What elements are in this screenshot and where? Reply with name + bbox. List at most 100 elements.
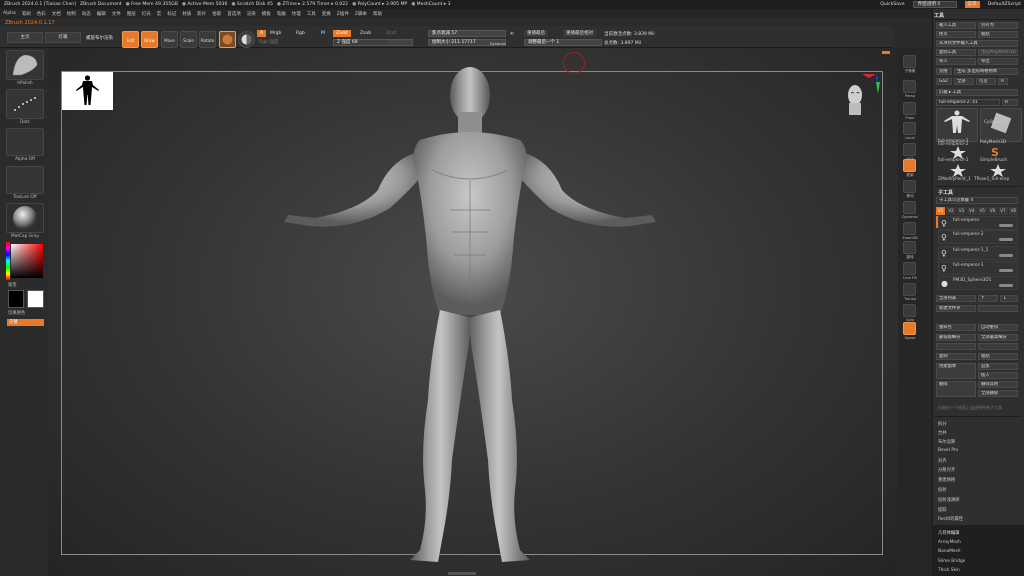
canvas-scroll-marker[interactable] [882, 51, 890, 54]
menu-item[interactable]: Alpha [3, 11, 16, 16]
project-button[interactable]: 投射 [938, 487, 947, 493]
goz-button[interactable]: GoZ [936, 78, 952, 85]
copy-subtool-button[interactable]: 复制 [936, 353, 976, 360]
zsub-toggle[interactable]: Zsub [360, 31, 371, 36]
rgb-intensity-label[interactable]: Rgb 强度 [259, 39, 278, 45]
edit-tool-button[interactable]: Edit [122, 31, 139, 48]
visibility-toggle[interactable] [999, 254, 1013, 257]
auto-reorder-button[interactable]: 自动重排 [978, 324, 1018, 331]
save-as-button[interactable]: 另存为 [978, 22, 1018, 29]
menu-item[interactable]: 影片 [197, 11, 206, 17]
alpha-button[interactable] [6, 128, 44, 156]
visibility-toggle[interactable] [999, 284, 1013, 287]
slime-bridge-button[interactable]: Slime Bridge [938, 559, 965, 564]
viewport-model[interactable] [260, 60, 680, 572]
menu-item[interactable]: 色彩 [37, 11, 46, 17]
menu-item[interactable]: 渲染 [247, 11, 256, 17]
current-tool-slider[interactable]: full-emperor-2: 41 [936, 99, 1000, 106]
visibility-toggle[interactable] [999, 224, 1013, 227]
menu-item[interactable]: Z脚本 [355, 11, 367, 17]
rotate-icon[interactable] [903, 241, 916, 254]
xyz-icon[interactable] [903, 143, 916, 156]
scale-tool-button[interactable]: Scale [180, 31, 197, 48]
level-v1[interactable]: V1 [936, 207, 946, 215]
duplicate-button[interactable]: 创建副本 [936, 363, 976, 379]
menu-item[interactable]: 绘制 [67, 11, 76, 17]
alternate-button[interactable]: 交替 [7, 319, 44, 326]
visibility-toggle[interactable] [999, 269, 1013, 272]
live-boolean-button[interactable]: 螺旋布尔渲染 [86, 35, 113, 41]
zcut-toggle[interactable]: Zcut [386, 31, 396, 36]
persp-icon[interactable] [903, 80, 916, 93]
tool-tile-cylinder3d[interactable] [980, 108, 1022, 142]
pro-attrs-button[interactable]: Restlt的属性 [938, 516, 963, 522]
menu-item[interactable]: 宏 [157, 11, 162, 17]
lightbox-button[interactable]: 灯箱 [45, 32, 81, 43]
visible-count-slider[interactable]: 子工具可见数量 4 [936, 197, 1018, 204]
dynamic-toggle[interactable]: Dynamic [490, 42, 506, 46]
subtool-row[interactable]: ♀ full-emperor-2 [938, 230, 1018, 244]
subtool-row[interactable]: ♀ full-emperor-1_1 [938, 246, 1018, 260]
menu-item[interactable]: 材质 [182, 11, 191, 17]
extract-button[interactable]: 提取 [938, 507, 947, 513]
star-thumb-icon-2[interactable] [944, 164, 972, 178]
level-v7[interactable]: V7 [998, 207, 1008, 215]
gradient-label[interactable]: 渐变 [8, 282, 46, 288]
menu-item[interactable]: 编辑 [97, 11, 106, 17]
bottom-handle[interactable] [448, 572, 476, 575]
m-label[interactable]: M [321, 31, 325, 36]
menu-item[interactable]: 拾取 [212, 11, 221, 17]
thick-skin-button[interactable]: Thick Skin [938, 568, 960, 573]
del-other-button[interactable]: 删除其他 [978, 381, 1018, 388]
bevel-pro-button[interactable]: Bevel Pro [938, 448, 958, 453]
menu-item[interactable]: 标记 [167, 11, 176, 17]
subtool-row[interactable]: ● PM3D_Sphere3D1 [938, 276, 1018, 290]
gen-polymesh-button[interactable]: 生成 多边形网格物体 [954, 68, 1018, 75]
secondary-color-swatch[interactable] [27, 290, 44, 308]
script-label[interactable]: DefaultZScript [988, 2, 1021, 7]
clone-button[interactable]: 克隆 [936, 68, 952, 75]
clone-tool-button[interactable]: 复制工具 [936, 49, 976, 56]
new-folder-button[interactable]: 新建文件夹 [936, 305, 976, 312]
menu-item[interactable]: 图层 [127, 11, 136, 17]
copy-tool-button[interactable]: 拷贝 [936, 31, 976, 38]
up-button[interactable]: ↑ [978, 295, 998, 302]
frame-icon[interactable] [903, 159, 916, 172]
zadd-toggle[interactable]: Zadd [333, 30, 351, 37]
append-button[interactable]: 追加 [978, 363, 1018, 370]
replay-icon[interactable]: ⟲ [510, 32, 514, 37]
switch-color-label[interactable]: 切换颜色 [8, 310, 46, 316]
rename-button[interactable]: 重命名 [936, 324, 976, 331]
tool-panel-title[interactable]: 工具 [934, 12, 944, 19]
paste-tool-button[interactable]: 粘贴 [978, 31, 1018, 38]
brush-button[interactable] [6, 50, 44, 80]
goz-r-button[interactable]: R [998, 78, 1008, 85]
dynamic-icon[interactable] [903, 201, 916, 214]
distribute-button[interactable]: 分散对齐 [938, 467, 955, 473]
primary-color-swatch[interactable] [8, 290, 24, 308]
insert-button[interactable]: 插入 [978, 372, 1018, 379]
color-picker[interactable] [6, 242, 44, 280]
zoom-icon[interactable] [903, 222, 916, 235]
goz-visible-button[interactable]: 可见 [976, 78, 996, 85]
menu-item[interactable]: 首选项 [227, 11, 241, 17]
level-v4[interactable]: V4 [967, 207, 977, 215]
subtool-row[interactable]: ♀ full-emperor [938, 216, 1018, 230]
menu-item[interactable]: 帮助 [373, 11, 382, 17]
material-swatch-button[interactable] [219, 31, 236, 48]
linefill-icon[interactable] [903, 262, 916, 275]
menu-item[interactable]: 灯光 [142, 11, 151, 17]
transp-icon[interactable] [903, 283, 916, 296]
texture-button[interactable] [6, 166, 44, 194]
quicksave-button[interactable]: QuickSave [880, 2, 904, 7]
local-icon[interactable] [903, 122, 916, 135]
navigation-gizmo[interactable] [840, 70, 880, 120]
current-tool-r-button[interactable]: R [1002, 99, 1018, 106]
home-button[interactable]: 主页 [7, 32, 43, 43]
nanomesh-button[interactable]: NanoMesh [938, 549, 961, 554]
adjust-last-slider[interactable]: 调整最后一个 1 [524, 39, 602, 46]
move-tool-button[interactable]: Move [161, 31, 178, 48]
import-button[interactable]: 导入 [936, 58, 976, 65]
rotate-tool-button[interactable]: Rotate [199, 31, 216, 48]
menu-item[interactable]: 文档 [52, 11, 61, 17]
